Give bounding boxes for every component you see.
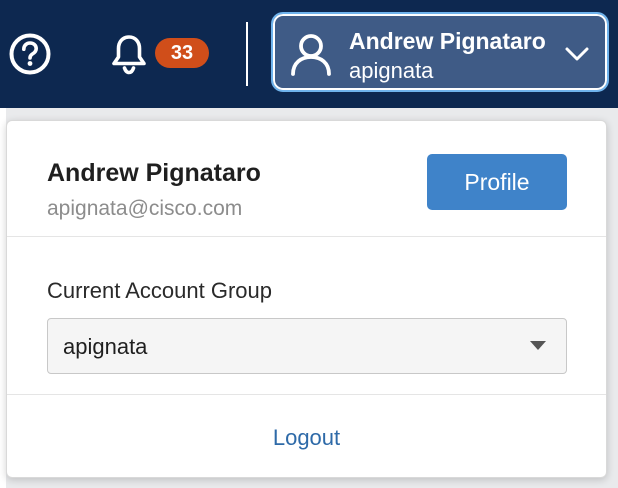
- user-dropdown-menu: Andrew Pignataro apignata@cisco.com Prof…: [6, 120, 607, 478]
- help-button[interactable]: [8, 32, 52, 76]
- dropdown-user-email: apignata@cisco.com: [47, 197, 243, 220]
- user-icon: [291, 34, 331, 76]
- logout-link[interactable]: Logout: [7, 425, 606, 451]
- user-menu-name: Andrew Pignataro: [349, 28, 546, 54]
- notification-count-badge[interactable]: 33: [155, 38, 209, 68]
- user-menu-username: apignata: [349, 58, 434, 83]
- bell-icon: [112, 35, 146, 75]
- dropdown-divider: [7, 236, 606, 237]
- chevron-down-icon: [565, 47, 589, 61]
- profile-button[interactable]: Profile: [427, 154, 567, 210]
- user-menu-button[interactable]: Andrew Pignataro apignata: [271, 12, 609, 92]
- top-header: 33 Andrew Pignataro apignata: [0, 0, 618, 108]
- account-group-label: Current Account Group: [47, 278, 273, 303]
- account-group-select[interactable]: apignata: [47, 318, 567, 374]
- dropdown-user-name: Andrew Pignataro: [47, 159, 261, 187]
- dropdown-divider: [7, 394, 606, 395]
- notifications-button[interactable]: [108, 32, 150, 76]
- caret-down-icon: [530, 341, 546, 350]
- account-group-value: apignata: [63, 334, 148, 359]
- header-divider: [246, 22, 248, 86]
- question-circle-icon: [9, 33, 51, 75]
